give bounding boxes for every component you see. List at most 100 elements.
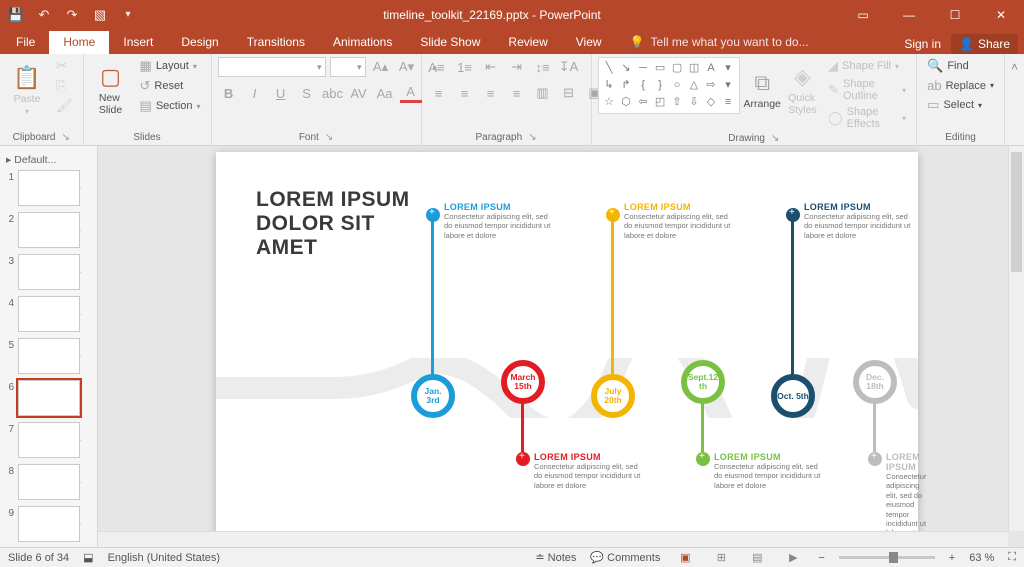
font-color-button[interactable]: A — [400, 83, 422, 103]
comments-button[interactable]: 💬 Comments — [590, 551, 660, 564]
shape-rect2-icon[interactable]: ▢ — [670, 61, 685, 76]
thumbnail-8[interactable]: 8★ — [4, 464, 93, 500]
vertical-scrollbar[interactable] — [1008, 146, 1024, 531]
tell-me-search[interactable]: Tell me what you want to do... — [616, 31, 823, 54]
shape-more2-icon[interactable]: ▾ — [721, 78, 736, 93]
start-slideshow-icon[interactable]: ▧ — [88, 3, 112, 27]
fit-window-icon[interactable]: ⛶ — [1008, 551, 1016, 564]
tab-home[interactable]: Home — [49, 31, 109, 54]
tab-design[interactable]: Design — [167, 31, 232, 54]
layout-button[interactable]: ▦Layout▾ — [136, 57, 205, 75]
share-button[interactable]: 👤Share — [951, 34, 1018, 54]
slide-counter[interactable]: Slide 6 of 34 — [8, 552, 69, 564]
bullets-icon[interactable]: •≡ — [428, 57, 450, 77]
indent-inc-icon[interactable]: ⇥ — [506, 57, 528, 77]
align-right-icon[interactable]: ≡ — [480, 83, 502, 103]
tab-animations[interactable]: Animations — [319, 31, 406, 54]
thumb-preview[interactable] — [18, 254, 80, 290]
thumbnail-9[interactable]: 9★ — [4, 506, 93, 542]
thumbnail-7[interactable]: 7★ — [4, 422, 93, 458]
collapse-ribbon-icon[interactable]: ˄ — [1005, 54, 1024, 145]
language-status[interactable]: English (United States) — [108, 552, 221, 564]
justify-icon[interactable]: ≡ — [506, 83, 528, 103]
tab-insert[interactable]: Insert — [109, 31, 167, 54]
shape-up-icon[interactable]: ⇧ — [670, 95, 685, 110]
maximize-icon[interactable]: ☐ — [932, 0, 978, 29]
find-button[interactable]: 🔍Find — [923, 57, 998, 75]
redo-icon[interactable]: ↷ — [60, 3, 84, 27]
font-size-combo[interactable] — [330, 57, 366, 77]
font-family-combo[interactable] — [218, 57, 326, 77]
reset-button[interactable]: ↺Reset — [136, 77, 205, 95]
paste-button[interactable]: 📋Paste▾ — [6, 57, 48, 123]
shape-arrow-icon[interactable]: ↘ — [619, 61, 634, 76]
milestone-text[interactable]: LOREM IPSUMConsectetur adipiscing elit, … — [444, 202, 554, 240]
sign-in-link[interactable]: Sign in — [904, 37, 941, 51]
new-slide-button[interactable]: ▢New Slide — [90, 57, 132, 123]
align-text-icon[interactable]: ⊟ — [558, 83, 580, 103]
case-button[interactable]: Aa — [374, 83, 396, 103]
milestone-date[interactable]: July20th — [591, 374, 635, 418]
milestone-date[interactable]: Jan.3rd — [411, 374, 455, 418]
grow-font-icon[interactable]: A▴ — [370, 57, 392, 77]
shape-tri-icon[interactable]: △ — [687, 78, 702, 93]
thumb-preview[interactable] — [18, 212, 80, 248]
qat-customize-icon[interactable]: ▾ — [116, 3, 140, 27]
shape-rect-icon[interactable]: ▭ — [653, 61, 668, 76]
tab-view[interactable]: View — [562, 31, 616, 54]
shapes-gallery[interactable]: ╲↘─▭▢◫A▾ ↳↱{}○△⇨▾ ☆⬡⇦◰⇧⇩◇≡ — [598, 57, 740, 114]
milestone-text[interactable]: LOREM IPSUMConsectetur adipiscing elit, … — [624, 202, 734, 240]
thumbnail-6[interactable]: 6★ — [4, 380, 93, 416]
thumb-preview[interactable] — [18, 380, 80, 416]
save-icon[interactable]: 💾 — [4, 3, 28, 27]
dialog-launcher-icon[interactable]: ↘ — [528, 132, 536, 143]
dialog-launcher-icon[interactable]: ↘ — [325, 132, 333, 143]
columns-icon[interactable]: ▥ — [532, 83, 554, 103]
zoom-thumb[interactable] — [889, 552, 898, 563]
shrink-font-icon[interactable]: A▾ — [396, 57, 418, 77]
thumbnail-4[interactable]: 4★ — [4, 296, 93, 332]
shape-effects-button[interactable]: ◯Shape Effects▾ — [824, 105, 910, 131]
shape-flow-icon[interactable]: ◇ — [704, 95, 719, 110]
slideshow-view-icon[interactable]: ▶ — [782, 550, 804, 566]
thumb-preview[interactable] — [18, 506, 80, 542]
shape-hex-icon[interactable]: ⬡ — [619, 95, 634, 110]
replace-button[interactable]: abReplace▾ — [923, 77, 998, 94]
text-direction-icon[interactable]: ↧A — [558, 57, 580, 77]
milestone-date[interactable]: Sept.12th — [681, 360, 725, 404]
slide-canvas[interactable]: LOREM IPSUMDOLOR SITAMET Jan.3rdLOREM IP… — [216, 152, 918, 546]
shape-line2-icon[interactable]: ─ — [636, 61, 651, 76]
thumbnail-1[interactable]: 1★ — [4, 170, 93, 206]
section-button[interactable]: ▤Section▾ — [136, 97, 205, 115]
shape-down-icon[interactable]: ⇩ — [687, 95, 702, 110]
shape-callout-icon[interactable]: ◰ — [653, 95, 668, 110]
slide-editor[interactable]: LOREM IPSUMDOLOR SITAMET Jan.3rdLOREM IP… — [98, 146, 1024, 547]
shape-more-icon[interactable]: ▾ — [721, 61, 736, 76]
line-spacing-icon[interactable]: ↕≡ — [532, 57, 554, 77]
thumbnail-5[interactable]: 5★ — [4, 338, 93, 374]
tab-transitions[interactable]: Transitions — [233, 31, 319, 54]
spacing-button[interactable]: AV — [348, 83, 370, 103]
dialog-launcher-icon[interactable]: ↘ — [771, 133, 779, 144]
milestone-text[interactable]: LOREM IPSUMConsectetur adipiscing elit, … — [714, 452, 824, 490]
italic-button[interactable]: I — [244, 83, 266, 103]
tab-review[interactable]: Review — [494, 31, 561, 54]
ribbon-options-icon[interactable]: ▭ — [840, 0, 886, 29]
zoom-in-icon[interactable]: + — [949, 552, 955, 564]
close-icon[interactable]: ✕ — [978, 0, 1024, 29]
dialog-launcher-icon[interactable]: ↘ — [61, 132, 69, 143]
horizontal-scrollbar[interactable] — [98, 531, 1008, 547]
zoom-slider[interactable] — [839, 556, 935, 559]
thumbnail-3[interactable]: 3★ — [4, 254, 93, 290]
thumb-preview[interactable] — [18, 170, 80, 206]
undo-icon[interactable]: ↶ — [32, 3, 56, 27]
minimize-icon[interactable]: — — [886, 0, 932, 29]
milestone-text[interactable]: LOREM IPSUMConsectetur adipiscing elit, … — [804, 202, 914, 240]
normal-view-icon[interactable]: ▣ — [674, 550, 696, 566]
section-header[interactable]: ▸Default... — [4, 152, 93, 170]
spell-check-icon[interactable]: ⬓ — [83, 551, 93, 564]
scroll-thumb[interactable] — [1011, 152, 1022, 272]
tab-slideshow[interactable]: Slide Show — [406, 31, 494, 54]
shape-brace2-icon[interactable]: } — [653, 78, 668, 93]
shape-fill-button[interactable]: ◢Shape Fill▾ — [824, 57, 910, 75]
